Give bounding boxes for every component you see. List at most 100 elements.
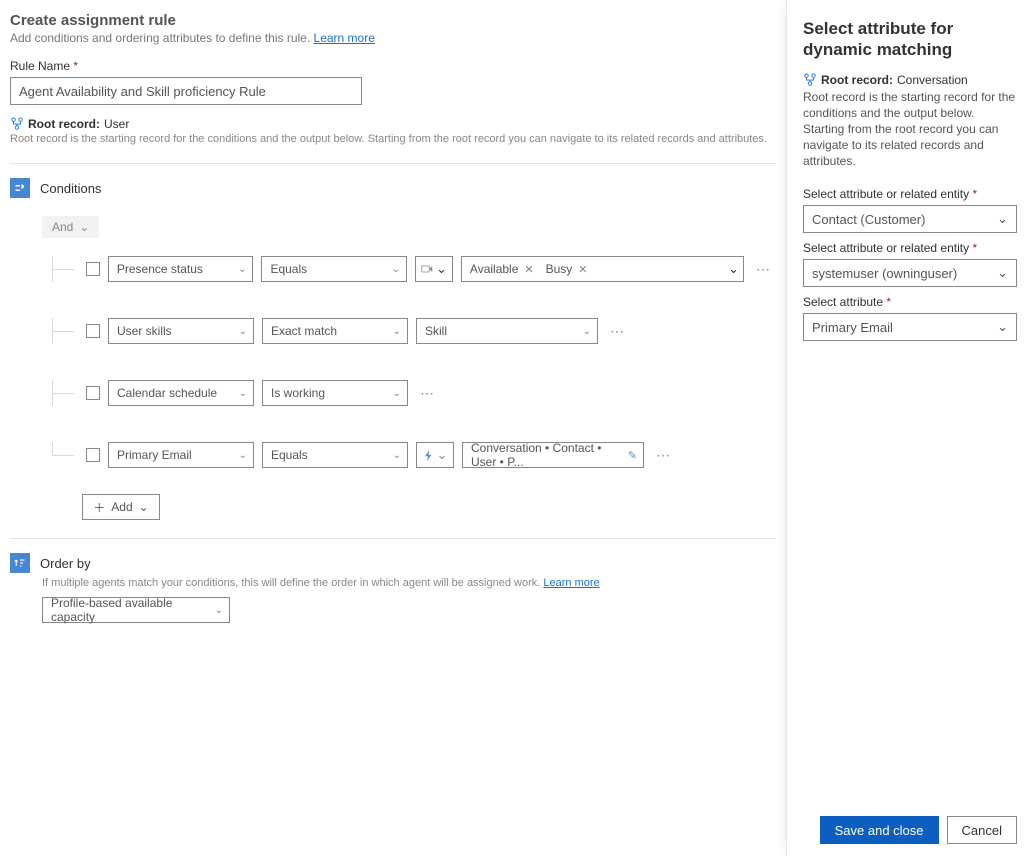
panel-field: Select attribute or related entity * Con… xyxy=(803,187,1017,233)
panel-root-record: Root record: Conversation xyxy=(803,73,1017,87)
orderby-select[interactable]: Profile-based available capacity ⌄ xyxy=(42,597,230,623)
conditions-title: Conditions xyxy=(40,181,101,196)
remove-tag-icon[interactable]: ✕ xyxy=(524,263,533,276)
field-value: Calendar schedule xyxy=(117,386,217,400)
panel-field-label: Select attribute or related entity * xyxy=(803,241,1017,255)
operator-select[interactable]: Exact match ⌄ xyxy=(262,318,408,344)
chevron-down-icon: ⌄ xyxy=(997,319,1008,335)
rule-name-label-text: Rule Name xyxy=(10,59,73,73)
orderby-subtitle-text: If multiple agents match your conditions… xyxy=(42,577,543,589)
required-mark: * xyxy=(972,187,977,201)
subtitle-text: Add conditions and ordering attributes t… xyxy=(10,31,314,45)
panel-select[interactable]: systemuser (owninguser) ⌄ xyxy=(803,259,1017,287)
select-value: systemuser (owninguser) xyxy=(812,266,957,281)
root-record-row: Root record: User xyxy=(10,117,776,131)
tag-item: Busy✕ xyxy=(542,262,592,276)
value-type-toggle[interactable]: ⌄ xyxy=(415,256,453,282)
panel-select[interactable]: Primary Email ⌄ xyxy=(803,313,1017,341)
chevron-down-icon: ⌄ xyxy=(79,220,89,234)
orderby-header: Order by xyxy=(10,553,776,573)
orderby-icon xyxy=(10,553,30,573)
row-actions-icon[interactable]: ⋯ xyxy=(752,261,776,278)
add-condition-button[interactable]: ＋ Add ⌄ xyxy=(82,494,160,520)
chevron-down-icon: ⌄ xyxy=(215,605,223,616)
row-actions-icon[interactable]: ⋯ xyxy=(416,385,440,402)
field-value: Primary Email xyxy=(117,448,192,462)
rule-name-label: Rule Name * xyxy=(10,59,776,73)
edit-icon[interactable]: ✎ xyxy=(628,449,637,462)
label-text: Select attribute or related entity xyxy=(803,241,972,255)
chevron-down-icon: ⌄ xyxy=(583,326,591,337)
panel-field-label: Select attribute * xyxy=(803,295,1017,309)
learn-more-link[interactable]: Learn more xyxy=(314,31,375,45)
add-label: Add xyxy=(111,500,132,514)
tree-connector xyxy=(42,318,78,344)
row-checkbox[interactable] xyxy=(86,324,100,338)
operator-select[interactable]: Equals ⌄ xyxy=(262,442,408,468)
panel-title: Select attribute for dynamic matching xyxy=(803,18,1017,61)
chevron-down-icon: ⌄ xyxy=(238,264,246,275)
orderby-subtitle: If multiple agents match your conditions… xyxy=(42,577,776,589)
plus-icon: ＋ xyxy=(93,499,105,516)
chevron-down-icon: ⌄ xyxy=(393,326,401,337)
chevron-down-icon: ⌄ xyxy=(997,265,1008,281)
dynamic-value[interactable]: Conversation • Contact • User • P... ✎ xyxy=(462,442,644,468)
field-select[interactable]: Calendar schedule ⌄ xyxy=(108,380,254,406)
row-actions-icon[interactable]: ⋯ xyxy=(652,447,676,464)
required-mark: * xyxy=(972,241,977,255)
operator-select[interactable]: Is working⌄ xyxy=(262,380,408,406)
learn-more-link[interactable]: Learn more xyxy=(543,577,599,589)
side-panel: Select attribute for dynamic matching Ro… xyxy=(786,0,1033,856)
chevron-down-icon: ⌄ xyxy=(139,500,149,514)
chevron-down-icon: ⌄ xyxy=(436,261,447,277)
operator-value: Equals xyxy=(270,262,307,276)
tree-connector xyxy=(42,380,78,406)
root-record-desc: Root record is the starting record for t… xyxy=(10,133,776,145)
panel-field-label: Select attribute or related entity * xyxy=(803,187,1017,201)
panel-field: Select attribute * Primary Email ⌄ xyxy=(803,295,1017,341)
field-value: Presence status xyxy=(117,262,203,276)
panel-root-value: Conversation xyxy=(897,73,968,87)
panel-select[interactable]: Contact (Customer)⌄ xyxy=(803,205,1017,233)
chevron-down-icon: ⌄ xyxy=(997,211,1008,227)
condition-row: Calendar schedule ⌄ Is working⌄ ⋯ xyxy=(42,362,776,424)
chevron-down-icon: ⌄ xyxy=(239,326,247,337)
cancel-button[interactable]: Cancel xyxy=(947,816,1017,844)
value-text: Skill xyxy=(425,324,447,338)
tree-connector xyxy=(42,442,78,468)
panel-field: Select attribute or related entity * sys… xyxy=(803,241,1017,287)
required-mark: * xyxy=(886,295,891,309)
tag-label: Available xyxy=(470,262,518,276)
page-title: Create assignment rule xyxy=(10,12,776,29)
chevron-down-icon: ⌄ xyxy=(392,264,400,275)
value-type-toggle[interactable]: ⌄ xyxy=(416,442,454,468)
row-checkbox[interactable] xyxy=(86,386,100,400)
chevron-down-icon: ⌄ xyxy=(393,450,401,461)
condition-row: Primary Email ⌄ Equals ⌄ ⌄ Conversation • … xyxy=(42,424,776,486)
field-select[interactable]: Presence status ⌄ xyxy=(108,256,254,282)
value-tags[interactable]: Available ✕ Busy✕ ⌄ xyxy=(461,256,744,282)
chevron-down-icon: ⌄ xyxy=(239,388,247,399)
orderby-section: Order by If multiple agents match your c… xyxy=(10,538,776,623)
remove-tag-icon[interactable]: ✕ xyxy=(578,263,587,276)
row-checkbox[interactable] xyxy=(86,262,100,276)
chevron-down-icon: ⌄ xyxy=(239,450,247,461)
row-actions-icon[interactable]: ⋯ xyxy=(606,323,630,340)
page-subtitle: Add conditions and ordering attributes t… xyxy=(10,31,776,45)
field-select[interactable]: User skills⌄ xyxy=(108,318,254,344)
operator-select[interactable]: Equals ⌄ xyxy=(261,256,407,282)
tag-icon xyxy=(421,263,433,275)
group-operator-chip[interactable]: And ⌄ xyxy=(42,216,99,238)
row-checkbox[interactable] xyxy=(86,448,100,462)
chevron-down-icon: ⌄ xyxy=(728,261,739,277)
operator-value: Exact match xyxy=(271,324,337,338)
value-select[interactable]: Skill ⌄ xyxy=(416,318,598,344)
operator-value: Equals xyxy=(271,448,308,462)
select-value: Primary Email xyxy=(812,320,893,335)
conditions-header: Conditions xyxy=(10,178,776,198)
save-and-close-button[interactable]: Save and close xyxy=(820,816,939,844)
value-text: Conversation • Contact • User • P... xyxy=(471,441,628,469)
panel-root-label: Root record: xyxy=(821,73,893,87)
rule-name-input[interactable] xyxy=(10,77,362,105)
field-select[interactable]: Primary Email ⌄ xyxy=(108,442,254,468)
